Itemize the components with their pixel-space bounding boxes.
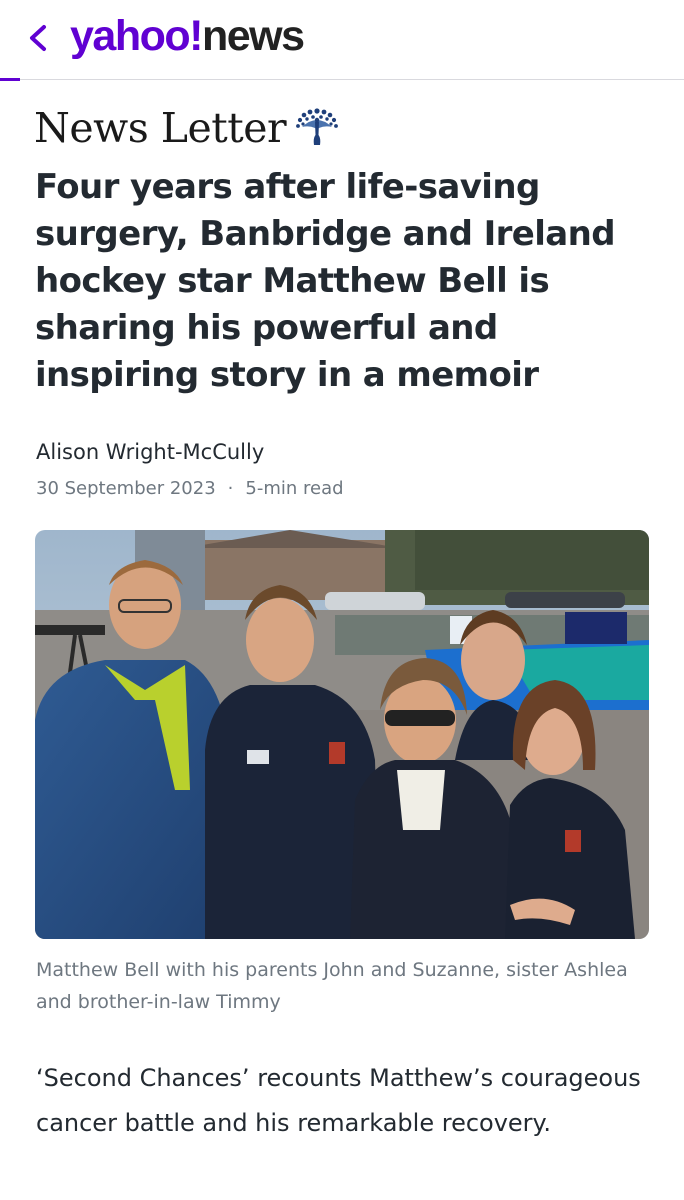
image-caption: Matthew Bell with his parents John and S… [36,959,628,1013]
publish-date: 30 September 2023 [36,478,216,499]
read-time: 5-min read [245,478,344,499]
top-bar: yahoo!news [0,0,684,81]
peacock-icon [296,108,339,145]
header-divider [0,79,684,80]
article-photo[interactable] [35,530,649,939]
back-button[interactable] [22,18,56,58]
article-headline: Four years after life-saving surgery, Ba… [35,167,616,395]
chevron-left-icon [30,25,46,51]
progress-indicator [0,78,20,81]
yahoo-news-logo[interactable]: yahoo!news [70,6,305,66]
logo-news: news [201,12,305,60]
article-meta: 30 September 2023 · 5-min read [36,478,344,499]
logo-yahoo: yahoo! [70,12,203,60]
publisher-name: News Letter [34,104,287,152]
article-lead-paragraph: ‘Second Chances’ recounts Matthew’s cour… [36,1064,641,1137]
author-name[interactable]: Alison Wright-McCully [36,440,264,464]
meta-separator: · [227,478,234,499]
publisher-logo[interactable]: News Letter [34,100,340,156]
